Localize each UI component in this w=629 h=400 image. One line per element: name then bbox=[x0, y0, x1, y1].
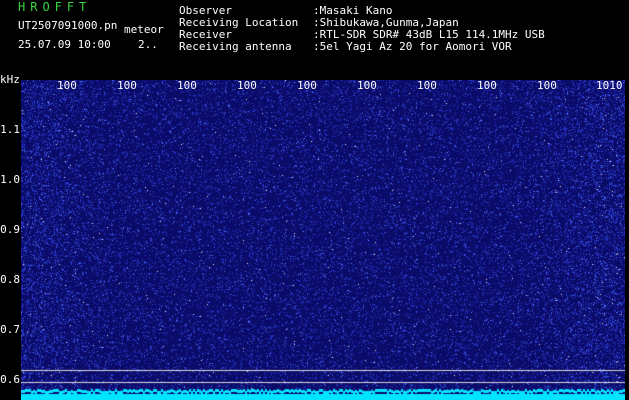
time-label: 100 bbox=[477, 79, 497, 92]
y-tick-label: 0.7 bbox=[0, 323, 20, 336]
y-tick-label: 1.1 bbox=[0, 123, 20, 136]
antenna-value: :5el Yagi Az 20 for Aomori VOR bbox=[313, 40, 512, 53]
y-tick-label: 0.6 bbox=[0, 373, 20, 386]
y-tick-label: 0.8 bbox=[0, 273, 20, 286]
file-type-label: meteor bbox=[124, 23, 164, 36]
timestamp: 25.07.09 10:00 bbox=[18, 38, 111, 51]
y-tick-label: 1.0 bbox=[0, 173, 20, 186]
time-label: 100 bbox=[537, 79, 557, 92]
app-title: HROFFT bbox=[18, 0, 92, 14]
y-tick-label: 0.9 bbox=[0, 223, 20, 236]
count-value: 2.. bbox=[138, 38, 158, 51]
time-label: 100 bbox=[237, 79, 257, 92]
time-label: 100 bbox=[357, 79, 377, 92]
time-label: 100 bbox=[117, 79, 137, 92]
antenna-label: Receiving antenna bbox=[179, 40, 292, 53]
time-label: 100 bbox=[177, 79, 197, 92]
y-axis-unit: kHz bbox=[0, 73, 20, 86]
spectrogram-waterfall bbox=[21, 80, 625, 400]
time-label: 100 bbox=[417, 79, 437, 92]
time-label: 100 bbox=[57, 79, 77, 92]
time-label: 1010 bbox=[596, 79, 623, 92]
time-label: 100 bbox=[297, 79, 317, 92]
file-name: UT2507091000.pn bbox=[18, 19, 118, 32]
